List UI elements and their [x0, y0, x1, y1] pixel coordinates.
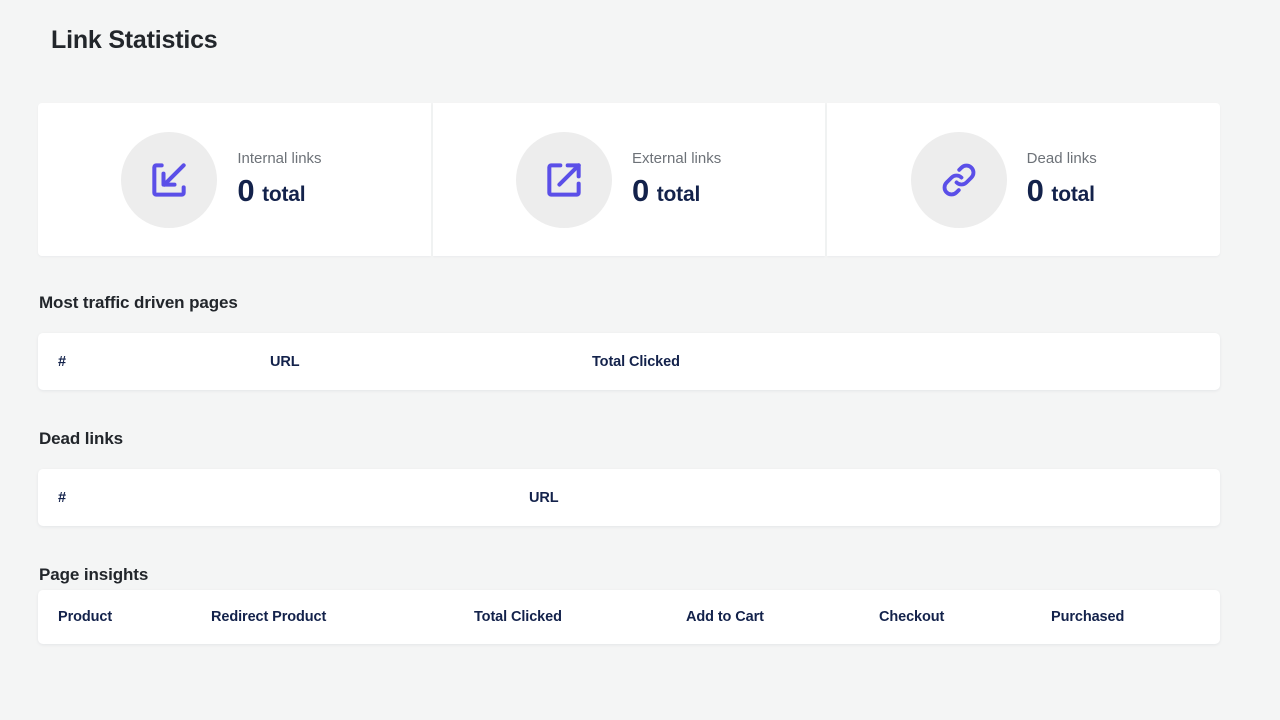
link-statistics-page: Link Statistics Internal links 0 total: [0, 0, 1280, 720]
page-title: Link Statistics: [51, 24, 218, 56]
stat-value-row: 0 total: [632, 176, 742, 210]
table-header-row: # URL: [38, 469, 1220, 526]
stat-number: 0: [1027, 176, 1044, 206]
arrow-into-box-icon: [121, 132, 217, 228]
stat-text-internal-links: Internal links 0 total: [237, 149, 347, 210]
stat-unit: total: [1051, 180, 1094, 210]
stat-value-row: 0 total: [1027, 176, 1137, 210]
stat-label: Internal links: [237, 149, 347, 169]
column-header-checkout[interactable]: Checkout: [879, 609, 944, 625]
table-most-traffic-driven-pages: # URL Total Clicked: [38, 333, 1220, 390]
table-page-insights: Product Redirect Product Total Clicked A…: [38, 590, 1220, 644]
table-header-row: Product Redirect Product Total Clicked A…: [38, 590, 1220, 644]
section-heading-dead-links: Dead links: [39, 428, 123, 450]
stat-unit: total: [657, 180, 700, 210]
stat-label: External links: [632, 149, 742, 169]
column-header-purchased[interactable]: Purchased: [1051, 609, 1124, 625]
column-header-index[interactable]: #: [58, 354, 66, 370]
table-dead-links: # URL: [38, 469, 1220, 526]
column-header-product[interactable]: Product: [58, 609, 112, 625]
stat-number: 0: [237, 176, 254, 206]
table-header-row: # URL Total Clicked: [38, 333, 1220, 390]
column-header-index[interactable]: #: [58, 490, 66, 506]
stat-value-row: 0 total: [237, 176, 347, 210]
column-header-url[interactable]: URL: [529, 490, 559, 506]
column-header-url[interactable]: URL: [270, 354, 300, 370]
column-header-total-clicked[interactable]: Total Clicked: [592, 354, 680, 370]
stat-number: 0: [632, 176, 649, 206]
stats-summary-row: Internal links 0 total External links 0: [38, 103, 1220, 256]
section-heading-page-insights: Page insights: [39, 564, 148, 586]
stat-label: Dead links: [1027, 149, 1137, 169]
stat-text-dead-links: Dead links 0 total: [1027, 149, 1137, 210]
stat-text-external-links: External links 0 total: [632, 149, 742, 210]
external-link-icon: [516, 132, 612, 228]
column-header-total-clicked[interactable]: Total Clicked: [474, 609, 562, 625]
column-header-redirect-product[interactable]: Redirect Product: [211, 609, 326, 625]
column-header-add-to-cart[interactable]: Add to Cart: [686, 609, 764, 625]
stat-card-external-links[interactable]: External links 0 total: [433, 103, 826, 256]
stat-card-internal-links[interactable]: Internal links 0 total: [38, 103, 431, 256]
stat-unit: total: [262, 180, 305, 210]
section-heading-most-traffic-driven-pages: Most traffic driven pages: [39, 292, 238, 314]
chain-link-icon: [911, 132, 1007, 228]
stat-card-dead-links[interactable]: Dead links 0 total: [827, 103, 1220, 256]
